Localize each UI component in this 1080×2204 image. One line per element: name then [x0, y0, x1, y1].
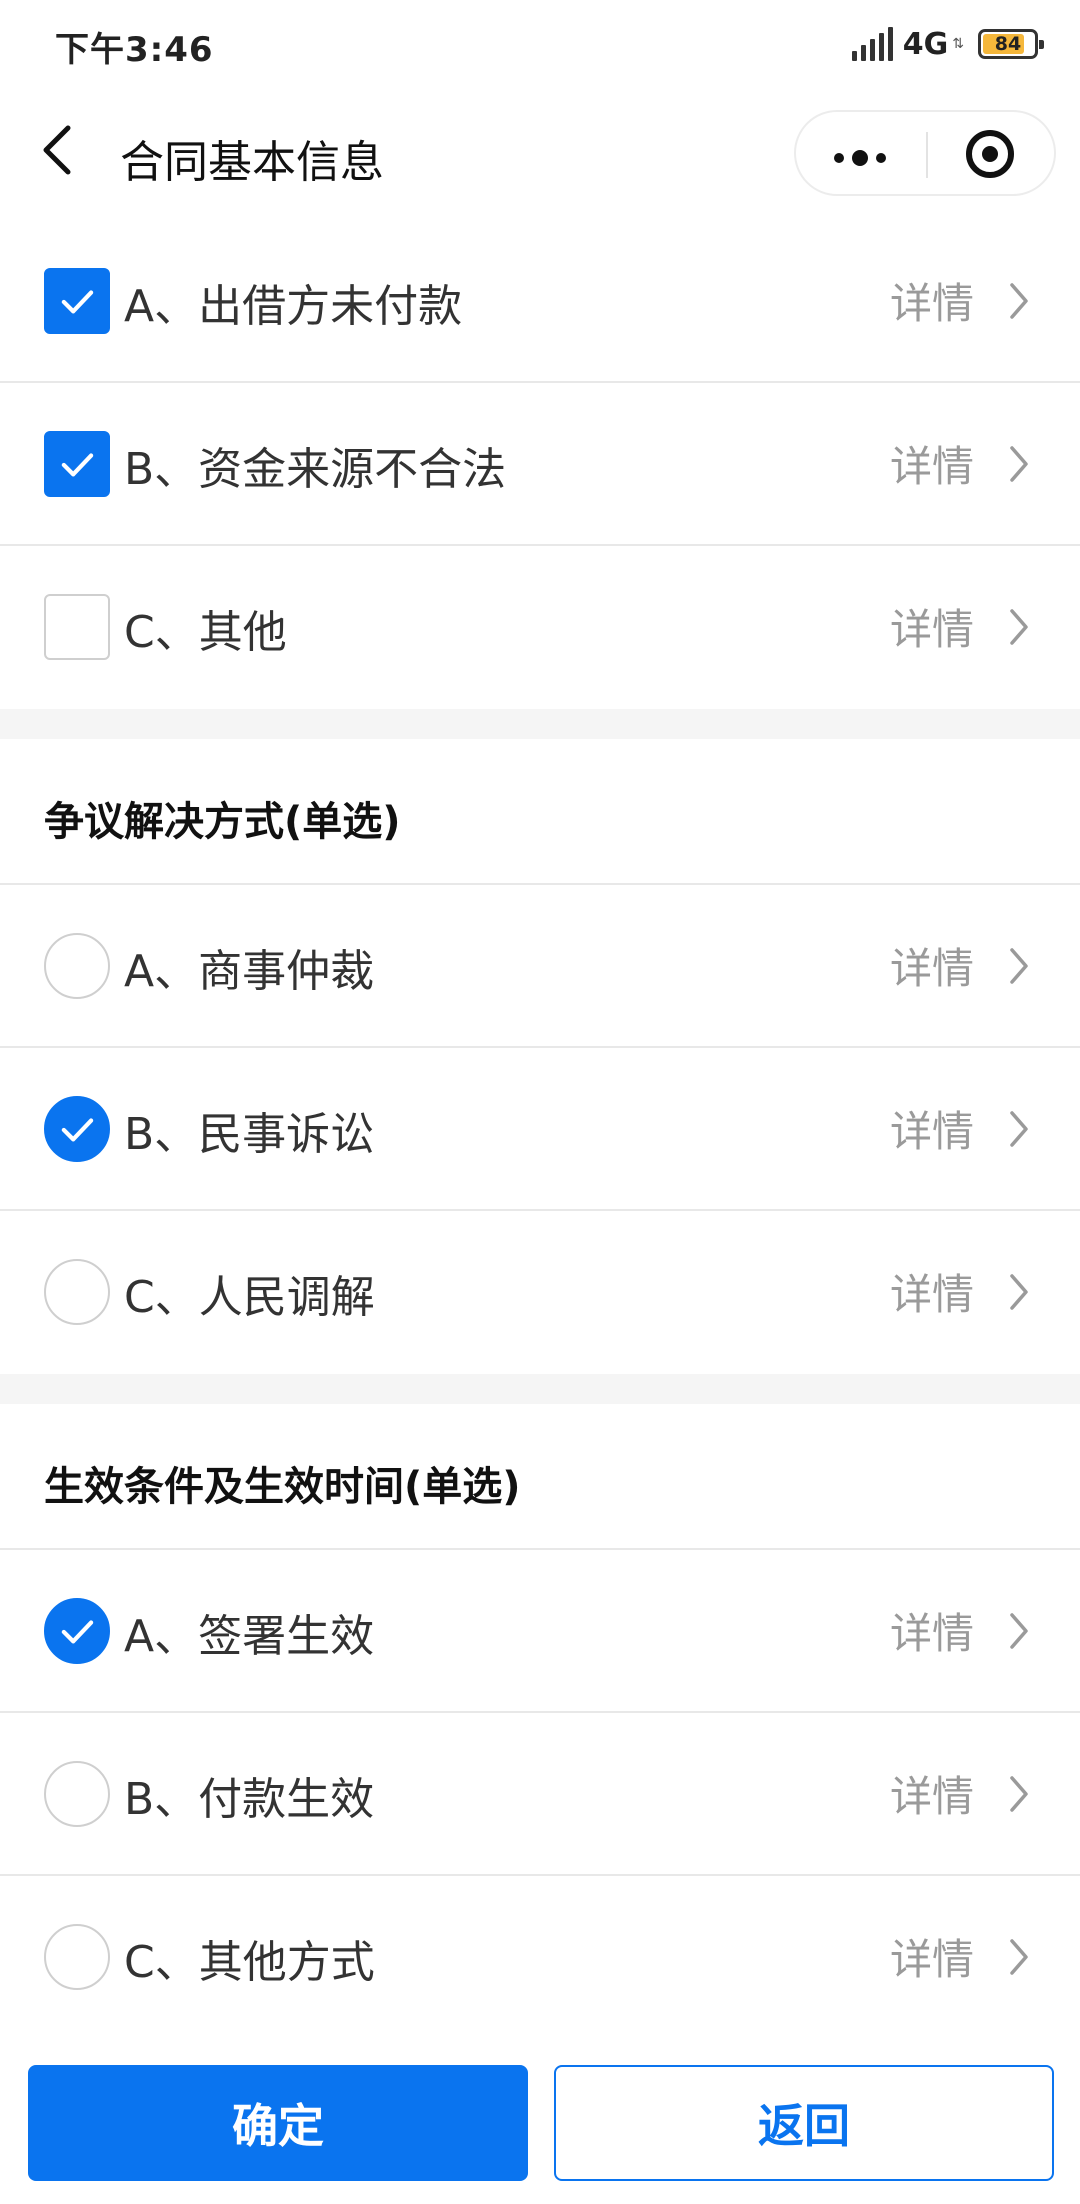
detail-label: 详情 — [889, 279, 974, 328]
detail-link[interactable]: 详情 — [890, 596, 1030, 657]
chevron-right-icon — [1010, 1273, 1028, 1310]
page-title: 合同基本信息 — [120, 137, 384, 188]
option-row[interactable]: C、人民调解 详情 — [0, 1211, 1080, 1374]
option-label: B、民事诉讼 — [124, 1109, 375, 1160]
chevron-right-icon — [1010, 1775, 1028, 1812]
option-label: C、其他 — [124, 607, 287, 658]
option-row[interactable]: C、其他 详情 — [0, 546, 1080, 709]
back-icon — [43, 125, 71, 175]
chevron-right-icon — [1010, 1612, 1028, 1649]
option-row[interactable]: B、付款生效 详情 — [0, 1713, 1080, 1876]
detail-label: 详情 — [889, 1270, 974, 1319]
option-row[interactable]: A、签署生效 详情 — [0, 1550, 1080, 1713]
detail-link[interactable]: 详情 — [890, 1098, 1030, 1159]
detail-link[interactable]: 详情 — [890, 1926, 1030, 1987]
more-icon — [834, 150, 886, 166]
checkbox[interactable] — [44, 431, 110, 497]
detail-link[interactable]: 详情 — [890, 270, 1030, 331]
section-divider — [0, 709, 1080, 739]
option-label: C、人民调解 — [124, 1272, 375, 1323]
check-icon — [61, 1118, 94, 1142]
detail-label: 详情 — [889, 1935, 974, 1984]
more-button[interactable] — [796, 112, 926, 198]
chevron-right-icon — [1010, 608, 1028, 645]
section-header: 生效条件及生效时间(单选) — [0, 1404, 1080, 1550]
detail-label: 详情 — [889, 1772, 974, 1821]
option-row[interactable]: C、其他方式 详情 — [0, 1876, 1080, 2039]
data-arrows-icon: ⇅ — [952, 36, 964, 52]
footer-bar: 确定 返回 — [0, 2030, 1080, 2204]
check-icon — [61, 1620, 94, 1644]
network-label: 4G — [902, 26, 949, 62]
detail-link[interactable]: 详情 — [890, 1261, 1030, 1322]
radio-button[interactable] — [44, 1259, 110, 1325]
detail-link[interactable]: 详情 — [890, 433, 1030, 494]
confirm-button[interactable]: 确定 — [28, 2065, 528, 2181]
status-bar: 下午3:46 4G ⇅ 84 — [0, 0, 1080, 90]
option-label: A、商事仲裁 — [124, 946, 375, 997]
chevron-right-icon — [1010, 445, 1028, 482]
option-row[interactable]: B、民事诉讼 详情 — [0, 1048, 1080, 1211]
option-label: B、付款生效 — [124, 1774, 375, 1825]
group-top-options: A、出借方未付款 详情 B、资金来源不合法 详情 C、其他 详情 — [0, 220, 1080, 709]
option-label: A、出借方未付款 — [124, 281, 463, 332]
radio-button[interactable] — [44, 1761, 110, 1827]
radio-button[interactable] — [44, 933, 110, 999]
chevron-right-icon — [1010, 282, 1028, 319]
option-row[interactable]: A、商事仲裁 详情 — [0, 885, 1080, 1048]
close-mini-program-button[interactable] — [924, 112, 1054, 198]
battery-level: 84 — [994, 33, 1022, 55]
detail-link[interactable]: 详情 — [890, 1763, 1030, 1824]
chevron-right-icon — [1010, 1110, 1028, 1147]
detail-label: 详情 — [889, 1107, 974, 1156]
status-icons: 4G ⇅ 84 — [851, 24, 1044, 64]
detail-link[interactable]: 详情 — [890, 935, 1030, 996]
option-row[interactable]: B、资金来源不合法 详情 — [0, 383, 1080, 546]
return-button[interactable]: 返回 — [554, 2065, 1054, 2181]
option-label: A、签署生效 — [124, 1611, 375, 1662]
back-button[interactable] — [30, 120, 90, 180]
chevron-right-icon — [1010, 947, 1028, 984]
check-icon — [61, 453, 94, 477]
detail-label: 详情 — [889, 605, 974, 654]
check-icon — [61, 290, 94, 314]
radio-button[interactable] — [44, 1924, 110, 1990]
section-header: 争议解决方式(单选) — [0, 739, 1080, 885]
radio-button[interactable] — [44, 1096, 110, 1162]
effect-section: 生效条件及生效时间(单选) A、签署生效 详情 B、付款生效 详情 C、其他方式… — [0, 1404, 1080, 2039]
section-divider — [0, 1374, 1080, 1404]
status-time: 下午3:46 — [55, 30, 214, 70]
radio-button[interactable] — [44, 1598, 110, 1664]
signal-icon — [851, 27, 893, 61]
battery-icon: 84 — [978, 29, 1044, 59]
checkbox[interactable] — [44, 268, 110, 334]
mini-program-capsule — [794, 110, 1056, 196]
section-title: 生效条件及生效时间(单选) — [44, 1464, 521, 1510]
chevron-right-icon — [1010, 1938, 1028, 1975]
detail-link[interactable]: 详情 — [890, 1600, 1030, 1661]
dispute-section: 争议解决方式(单选) A、商事仲裁 详情 B、民事诉讼 详情 C、人民调解 详情 — [0, 739, 1080, 1374]
detail-label: 详情 — [889, 1609, 974, 1658]
checkbox[interactable] — [44, 594, 110, 660]
option-label: C、其他方式 — [124, 1937, 375, 1988]
detail-label: 详情 — [889, 442, 974, 491]
form-content: A、出借方未付款 详情 B、资金来源不合法 详情 C、其他 详情 争议解决方式(… — [0, 220, 1080, 2039]
nav-bar: 合同基本信息 — [0, 90, 1080, 220]
detail-label: 详情 — [889, 944, 974, 993]
option-label: B、资金来源不合法 — [124, 444, 507, 495]
section-title: 争议解决方式(单选) — [44, 799, 401, 845]
option-row[interactable]: A、出借方未付款 详情 — [0, 220, 1080, 383]
